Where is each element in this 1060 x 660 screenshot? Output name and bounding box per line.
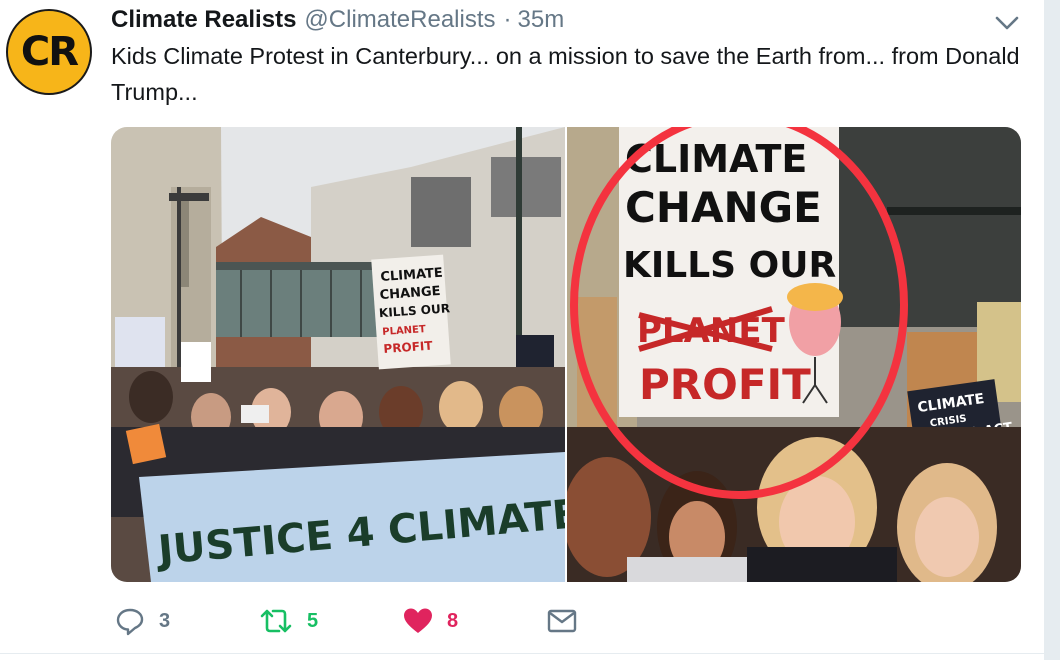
- reply-icon: [116, 608, 144, 636]
- tweet-actions: 3 5 8: [111, 600, 631, 642]
- user-handle[interactable]: @ClimateRealists: [304, 6, 495, 34]
- tweet-text: Kids Climate Protest in Canterbury... on…: [111, 43, 1020, 105]
- reply-count: 3: [159, 609, 171, 632]
- media-grid: CLIMATE CHANGE KILLS OUR PLANET PROFIT J…: [111, 127, 1021, 582]
- right-sign-line-5: PROFIT: [639, 360, 811, 409]
- tweet-header: Climate Realists @ClimateRealists · 35m: [111, 6, 564, 36]
- tweet[interactable]: CR Climate Realists @ClimateRealists · 3…: [0, 0, 1044, 654]
- tweet-divider: [0, 653, 1044, 654]
- protest-photo-left[interactable]: CLIMATE CHANGE KILLS OUR PLANET PROFIT J…: [111, 127, 565, 582]
- reply-button[interactable]: 3: [115, 600, 170, 642]
- right-sign-line-3: KILLS OUR: [623, 245, 836, 286]
- heart-icon: [404, 608, 432, 633]
- chevron-down-icon[interactable]: [994, 12, 1020, 34]
- like-button[interactable]: 8: [403, 600, 458, 642]
- envelope-icon: [547, 609, 577, 633]
- retweet-button[interactable]: 5: [259, 600, 318, 642]
- right-sign-line-2: CHANGE: [625, 183, 822, 232]
- avatar-initials: CR: [20, 29, 79, 75]
- retweet-icon: [260, 609, 292, 633]
- protest-photo-right[interactable]: CLIMATE CHANGE KILLS OUR PLANET PROFIT C…: [567, 127, 1021, 582]
- retweet-count: 5: [307, 609, 319, 632]
- like-count: 8: [447, 609, 459, 632]
- display-name[interactable]: Climate Realists: [111, 6, 296, 34]
- message-button[interactable]: [547, 600, 577, 642]
- avatar[interactable]: CR: [6, 9, 92, 95]
- separator-dot: ·: [503, 6, 512, 33]
- scrollbar-track[interactable]: [1044, 0, 1060, 660]
- timestamp[interactable]: 35m: [518, 6, 565, 34]
